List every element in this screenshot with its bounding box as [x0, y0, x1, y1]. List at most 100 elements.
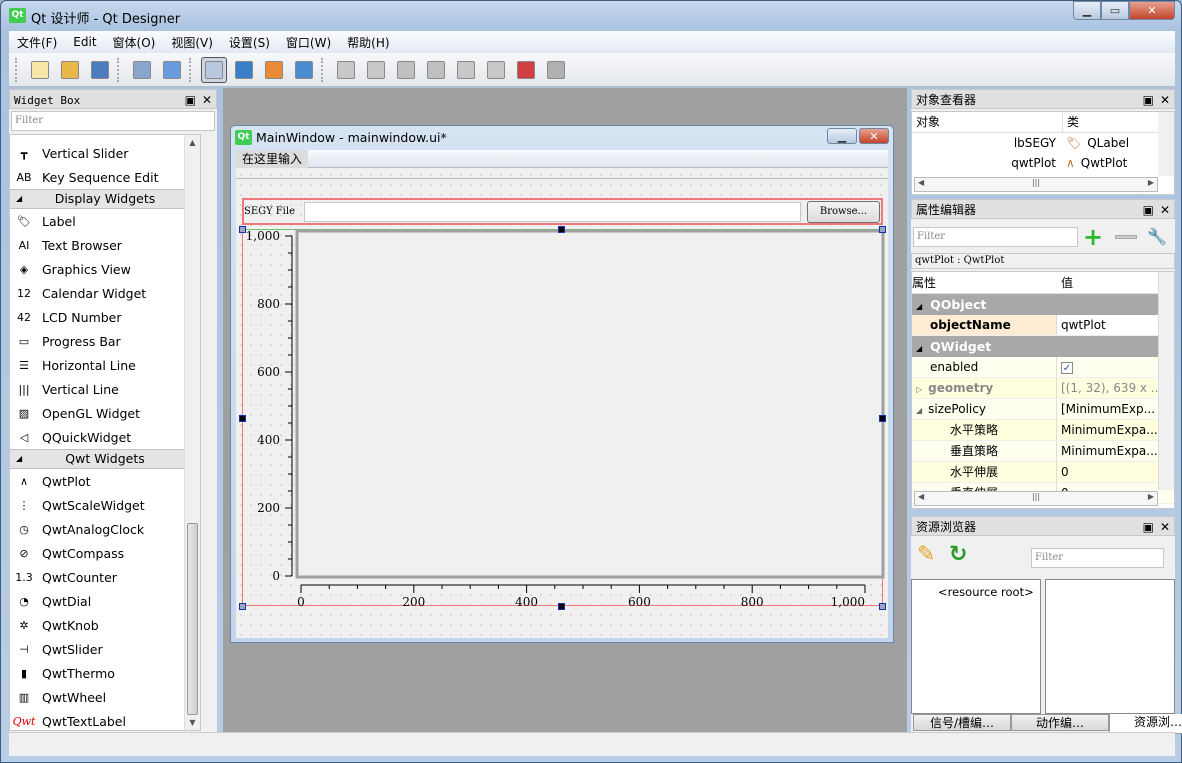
edit-resources-pencil-icon[interactable]: ✎: [917, 542, 935, 567]
close-icon[interactable]: ✕: [1160, 93, 1170, 107]
widget-item[interactable]: ◷ QwtAnalogClock: [10, 517, 200, 541]
widget-item[interactable]: ◁ QQuickWidget: [10, 425, 200, 449]
widget-item[interactable]: ▨ OpenGL Widget: [10, 401, 200, 425]
widget-item[interactable]: ▥ QwtWheel: [10, 685, 200, 709]
widget-item[interactable]: ◈ Graphics View: [10, 257, 200, 281]
scroll-down-icon[interactable]: ▼: [185, 718, 200, 727]
form-close-button[interactable]: ✕: [859, 128, 889, 144]
column-object[interactable]: 对象: [912, 112, 1062, 132]
menu-item[interactable]: 文件(F): [9, 34, 65, 51]
plot-canvas[interactable]: [295, 229, 885, 579]
browse-button[interactable]: Browse...: [807, 201, 880, 223]
widget-item[interactable]: AB Key Sequence Edit: [10, 165, 200, 189]
resize-handle[interactable]: [239, 415, 246, 422]
form-minimize-button[interactable]: ▁: [827, 128, 857, 144]
widget-filter-input[interactable]: Filter: [11, 111, 215, 131]
property-row[interactable]: ◢ sizePolicy [MinimumExp...: [912, 399, 1174, 420]
resource-tree[interactable]: <resource root>: [911, 579, 1041, 714]
scroll-up-icon[interactable]: ▲: [185, 138, 200, 147]
property-group[interactable]: ◢ QObject: [912, 294, 1174, 315]
break-layout-button[interactable]: [513, 57, 539, 83]
layout-horizontal-button[interactable]: [333, 57, 359, 83]
layout-vertical-button[interactable]: [363, 57, 389, 83]
dock-tab[interactable]: 信号/槽编…: [913, 714, 1011, 731]
widget-category[interactable]: ◢ Display Widgets: [10, 189, 200, 209]
resize-handle[interactable]: [558, 603, 565, 610]
property-row[interactable]: enabled ✓: [912, 357, 1174, 378]
float-icon[interactable]: ▣: [185, 93, 196, 107]
layout-vertical-splitter-button[interactable]: [423, 57, 449, 83]
minimize-button[interactable]: ▁: [1073, 1, 1101, 20]
form-window[interactable]: Qt MainWindow - mainwindow.ui* ▁ ✕ 在这里输入…: [230, 125, 894, 643]
object-tree-vscrollbar[interactable]: [1158, 112, 1174, 176]
property-row[interactable]: 垂直策略 MinimumExpa...: [912, 441, 1174, 462]
widget-item[interactable]: 12 Calendar Widget: [10, 281, 200, 305]
qwt-plot[interactable]: 1,000 800 600 400 200 0 0 200 400 600 800 1,000: [236, 226, 888, 616]
object-tree-hscrollbar[interactable]: ◀ ||| ▶: [914, 177, 1158, 192]
property-group[interactable]: ◢ QWidget: [912, 336, 1174, 357]
widget-category[interactable]: ◢ Qwt Widgets: [10, 449, 200, 469]
dock-tab[interactable]: 资源浏…: [1109, 714, 1182, 734]
resource-filter-input[interactable]: Filter: [1031, 548, 1164, 568]
widget-item[interactable]: ▮ QwtThermo: [10, 661, 200, 685]
dock-tab[interactable]: 动作编…: [1011, 714, 1109, 731]
remove-property-icon[interactable]: [1115, 235, 1137, 239]
column-class[interactable]: 类: [1062, 112, 1079, 132]
expand-arrow-icon[interactable]: ◢: [916, 406, 922, 415]
close-button[interactable]: ✕: [1129, 1, 1175, 20]
resize-handle[interactable]: [879, 415, 886, 422]
widget-item[interactable]: ⊘ QwtCompass: [10, 541, 200, 565]
menu-placeholder[interactable]: 在这里输入: [236, 150, 309, 168]
edit-widgets-button[interactable]: [201, 56, 227, 83]
resize-handle[interactable]: [879, 603, 886, 610]
widget-item[interactable]: ||| Vertical Line: [10, 377, 200, 401]
edit-tab-order-button[interactable]: [291, 57, 317, 83]
resource-root[interactable]: <resource root>: [938, 585, 1034, 599]
widget-item[interactable]: ◔ QwtDial: [10, 589, 200, 613]
widget-item[interactable]: Qwt QwtTextLabel: [10, 709, 200, 730]
new-file-button[interactable]: [27, 57, 53, 83]
menu-item[interactable]: 设置(S): [221, 34, 278, 51]
widget-item[interactable]: ⊣ QwtSlider: [10, 637, 200, 661]
maximize-button[interactable]: ▭: [1101, 1, 1129, 20]
close-icon[interactable]: ✕: [202, 93, 212, 107]
reload-icon[interactable]: ↻: [949, 542, 967, 567]
layout-horizontal-splitter-button[interactable]: [393, 57, 419, 83]
edit-signals-slots-button[interactable]: [231, 57, 257, 83]
edit-buddies-button[interactable]: [261, 57, 287, 83]
resize-handle[interactable]: [239, 603, 246, 610]
toolbar-grip[interactable]: [117, 57, 121, 82]
float-icon[interactable]: ▣: [1143, 520, 1154, 534]
widget-item[interactable]: AI Text Browser: [10, 233, 200, 257]
float-icon[interactable]: ▣: [1143, 203, 1154, 217]
widget-item[interactable]: 🏷 Label: [10, 209, 200, 233]
scrollbar-thumb[interactable]: [187, 523, 198, 715]
resize-handle[interactable]: [239, 226, 246, 233]
open-folder-button[interactable]: [57, 57, 83, 83]
toolbar-grip[interactable]: [15, 57, 19, 82]
resize-handle[interactable]: [558, 226, 565, 233]
float-icon[interactable]: ▣: [1143, 93, 1154, 107]
segy-file-input[interactable]: [304, 202, 801, 222]
menu-item[interactable]: 窗口(W): [278, 34, 339, 51]
property-row[interactable]: objectNameqwtPlot↶: [912, 315, 1174, 336]
add-property-icon[interactable]: +: [1083, 223, 1103, 251]
column-value[interactable]: 值: [1057, 272, 1073, 293]
form-canvas[interactable]: 在这里输入 SEGY File Browse... 1,000 800 600 400…: [236, 150, 888, 638]
close-icon[interactable]: ✕: [1160, 203, 1170, 217]
widget-item[interactable]: 42 LCD Number: [10, 305, 200, 329]
object-row[interactable]: lbSEGY 🏷 QLabel: [912, 133, 1174, 153]
widget-item[interactable]: ✲ QwtKnob: [10, 613, 200, 637]
resource-list[interactable]: [1045, 579, 1175, 714]
layout-form-button[interactable]: [483, 57, 509, 83]
widget-item[interactable]: ⋮ QwtScaleWidget: [10, 493, 200, 517]
property-vscrollbar[interactable]: [1158, 272, 1174, 490]
object-name-input[interactable]: qwtPlot: [1061, 318, 1106, 332]
adjust-size-button[interactable]: [543, 57, 569, 83]
menu-item[interactable]: 视图(V): [163, 34, 221, 51]
widget-item[interactable]: ▭ Progress Bar: [10, 329, 200, 353]
object-row[interactable]: qwtPlot ∧ QwtPlot: [912, 153, 1174, 173]
bring-to-front-button[interactable]: [159, 57, 185, 83]
toolbar-grip[interactable]: [321, 57, 325, 82]
property-hscrollbar[interactable]: ◀ ||| ▶: [914, 491, 1158, 506]
